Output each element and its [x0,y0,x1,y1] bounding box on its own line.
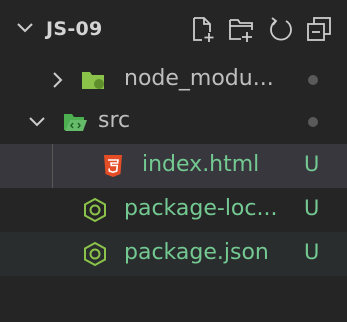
npm-package-icon [84,241,106,267]
src-folder-open-icon [64,114,87,131]
git-status-badge: U [304,196,320,220]
npm-package-icon [84,197,106,223]
tree-item-package-json[interactable]: package.json U [0,232,347,276]
html5-file-icon [104,155,122,177]
tree-item-label: package.json [124,240,269,265]
tree-item-src[interactable]: src [0,100,347,144]
chevron-right-icon[interactable] [46,69,68,91]
collapse-all-icon[interactable] [304,14,334,44]
tree-item-package-lock[interactable]: package-loc... U [0,188,347,232]
git-status-badge: U [304,152,320,176]
refresh-icon[interactable] [266,14,296,44]
tree-item-label: index.html [142,152,260,177]
tree-item-label: node_modu... [124,66,274,91]
explorer-section-header[interactable]: JS-09 [0,0,347,58]
new-folder-icon[interactable] [226,14,256,44]
git-status-badge: U [304,240,320,264]
node-modules-folder-icon [82,72,104,89]
tree-item-node-modules[interactable]: node_modu... [0,58,347,102]
tree-item-index-html[interactable]: index.html U [0,144,347,188]
chevron-down-icon[interactable] [14,17,36,39]
new-file-icon[interactable] [188,14,218,44]
git-status-dot [308,117,318,127]
workspace-folder-title: JS-09 [46,18,103,40]
git-status-dot [308,75,318,85]
indent-guide [52,144,53,188]
chevron-down-icon[interactable] [26,111,48,133]
tree-item-label: package-loc... [124,196,278,221]
tree-item-label: src [98,108,131,133]
